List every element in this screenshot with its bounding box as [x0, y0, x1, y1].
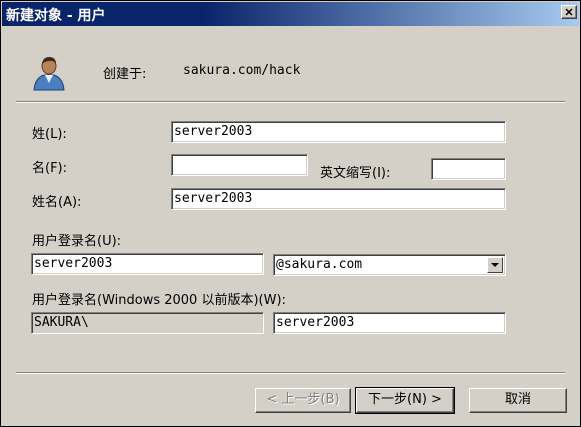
new-user-dialog: 新建对象 - 用户 ✕ 创建于: sakura.com/hack 姓(L): s…	[0, 0, 581, 427]
dialog-title: 新建对象 - 用户	[6, 8, 106, 24]
initials-label: 英文缩写(I):	[320, 166, 391, 181]
pre2000-domain-field: SAKURA\	[31, 312, 264, 334]
next-button[interactable]: 下一步(N) >	[355, 387, 455, 414]
pre2000-logon-label: 用户登录名(Windows 2000 以前版本)(W):	[32, 293, 286, 308]
separator-bottom	[16, 372, 565, 374]
title-bar: 新建对象 - 用户 ✕	[2, 2, 579, 26]
logon-name-label: 用户登录名(U):	[32, 234, 122, 249]
logon-name-field[interactable]: server2003	[31, 253, 264, 275]
first-name-field[interactable]	[171, 154, 308, 176]
upn-suffix-select[interactable]: @sakura.com	[273, 254, 506, 276]
full-name-field[interactable]: server2003	[171, 188, 506, 210]
upn-suffix-value: @sakura.com	[276, 257, 363, 272]
close-button[interactable]: ✕	[561, 5, 577, 19]
dropdown-arrow-icon[interactable]	[487, 257, 503, 273]
created-in-path: sakura.com/hack	[183, 63, 301, 78]
created-in-label: 创建于:	[103, 67, 147, 82]
full-name-label: 姓名(A):	[32, 195, 82, 210]
user-icon	[31, 53, 67, 91]
first-name-label: 名(F):	[32, 161, 68, 176]
separator-top	[16, 101, 565, 103]
initials-field[interactable]	[431, 158, 506, 180]
last-name-label: 姓(L):	[32, 127, 67, 142]
cancel-button[interactable]: 取消	[469, 388, 567, 413]
pre2000-name-field[interactable]: server2003	[273, 312, 506, 334]
back-button[interactable]: < 上一步(B)	[255, 388, 351, 413]
last-name-field[interactable]: server2003	[171, 121, 506, 143]
